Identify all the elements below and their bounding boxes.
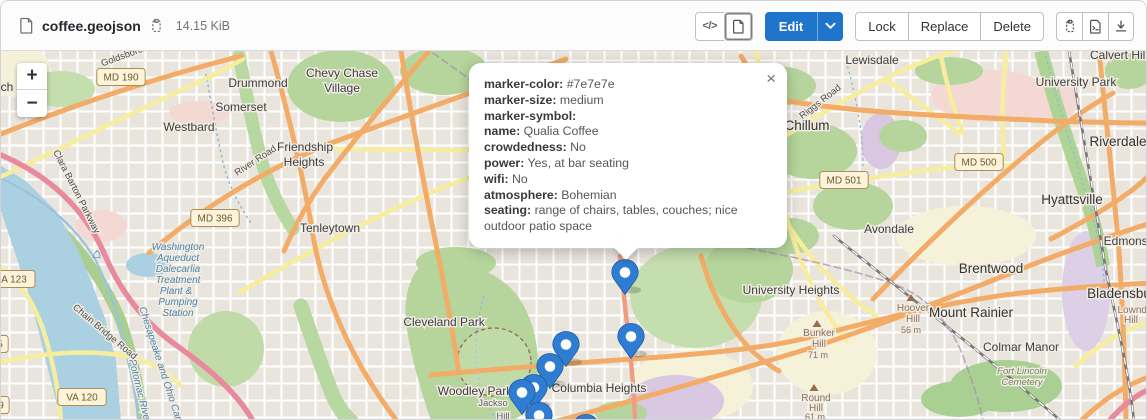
- map-label: ch: [1, 80, 13, 94]
- map-label: Columbia Heights: [552, 381, 647, 395]
- map-label: Hoover: [897, 303, 930, 314]
- map-label: 71 m: [808, 350, 828, 360]
- map-label: Brentwood: [959, 261, 1024, 276]
- map-label: Westbard: [163, 120, 214, 134]
- popup-field: marker-color: #7e7e7e: [484, 77, 772, 93]
- landmark-icon: ⌂: [93, 245, 101, 261]
- map-label: 56 m: [901, 325, 921, 335]
- map-label: Riverdale: [1089, 134, 1146, 149]
- popup-field: power: Yes, at bar seating: [484, 156, 772, 172]
- popup-fields: marker-color: #7e7e7emarker-size: medium…: [484, 77, 772, 235]
- popup-field: wifi: No: [484, 172, 772, 188]
- zoom-out-button[interactable]: −: [17, 90, 47, 117]
- map-label: Heights: [284, 155, 325, 169]
- popup-field: marker-symbol:: [484, 109, 772, 125]
- map-label: Calvert Hills: [1090, 51, 1147, 62]
- route-shield-label: VA 120: [66, 393, 98, 404]
- view-toggle-group: </>: [695, 12, 753, 41]
- map-label: Bunker: [803, 328, 835, 339]
- chevron-down-icon[interactable]: [817, 12, 843, 41]
- edit-split-button: Edit: [765, 12, 844, 41]
- map-label: Pumping: [158, 297, 198, 308]
- action-button-delete[interactable]: Delete: [980, 12, 1044, 41]
- edit-button[interactable]: Edit: [765, 12, 818, 41]
- map-label: Mount Rainier: [929, 305, 1014, 320]
- route-shield-label: MD 396: [197, 214, 232, 225]
- map-label: Plant &: [160, 286, 193, 297]
- marker-pin-hole: [545, 361, 556, 372]
- close-icon[interactable]: ×: [766, 70, 776, 87]
- map-label: Washington: [152, 242, 205, 253]
- map-label: Village: [324, 81, 360, 95]
- map-label: Jackso: [478, 398, 508, 409]
- map-label: Hyattsville: [1041, 192, 1103, 207]
- map-label: Chillum: [784, 118, 829, 133]
- map-label: Chevy Chase: [306, 66, 378, 80]
- map-label: Aqueduct: [156, 253, 200, 264]
- copy-icon[interactable]: [1056, 12, 1082, 41]
- action-button-replace[interactable]: Replace: [908, 12, 981, 41]
- download-icon[interactable]: [1108, 12, 1134, 41]
- map-label: Station: [162, 308, 194, 319]
- snippet-viewer: coffee.geojson 14.15 KiB </> Edit LockRe…: [0, 0, 1147, 420]
- zoom-control: + −: [17, 63, 47, 117]
- map-label: Hill: [1124, 315, 1138, 326]
- zoom-in-button[interactable]: +: [17, 63, 47, 90]
- popup-field: marker-size: medium: [484, 93, 772, 109]
- route-shield-label: MD 500: [961, 158, 996, 169]
- map-label: Drummond: [228, 76, 287, 90]
- copy-clipboard-icon[interactable]: [149, 18, 164, 34]
- route-shield-label: MD 501: [826, 176, 861, 187]
- marker-pin-hole: [626, 331, 637, 342]
- map-label: Fort Lincoln: [997, 366, 1047, 377]
- route-shield-label: A 123: [1, 275, 27, 286]
- map-label: Avondale: [864, 222, 914, 236]
- map-label: University Heights: [743, 283, 840, 297]
- map-label: Edmonston: [1104, 234, 1147, 248]
- map-label: University Park: [1036, 75, 1118, 89]
- map-label: 61 m: [805, 412, 825, 420]
- popup-field: atmosphere: Bohemian: [484, 188, 772, 204]
- map-label: Dalecarlia: [156, 264, 201, 275]
- file-icon: [19, 17, 34, 34]
- marker-pin-hole: [517, 387, 528, 398]
- map-label: Tenleytown: [300, 221, 360, 235]
- map-label: Woodley Park: [438, 384, 513, 398]
- file-header: coffee.geojson 14.15 KiB </> Edit LockRe…: [1, 1, 1146, 51]
- popup-field: name: Qualia Coffee: [484, 124, 772, 140]
- map-label: Cemetery: [1001, 377, 1043, 388]
- code-view-icon[interactable]: </>: [695, 12, 724, 41]
- route-shield-label: MD 190: [103, 73, 138, 84]
- map-label: Hill: [496, 411, 509, 420]
- file-tools-group: [1056, 12, 1134, 41]
- file-size: 14.15 KiB: [176, 19, 230, 33]
- raw-file-icon[interactable]: [1082, 12, 1108, 41]
- action-button-group: LockReplaceDelete: [855, 12, 1044, 41]
- map-label: Treatment: [156, 275, 202, 286]
- poi-icons: ⌂: [93, 245, 101, 261]
- map-label: Cleveland Park: [403, 315, 485, 329]
- map-label: Friendship: [277, 140, 333, 154]
- rendered-view-icon[interactable]: [724, 12, 753, 41]
- marker-pin-hole: [620, 267, 631, 278]
- map-label: Hill: [906, 314, 920, 325]
- file-name: coffee.geojson: [42, 18, 141, 34]
- map-label: Somerset: [215, 100, 267, 114]
- action-button-lock[interactable]: Lock: [855, 12, 907, 41]
- route-shield-label: 9: [1, 401, 4, 412]
- map-label: Colmar Manor: [983, 340, 1059, 354]
- feature-popup: marker-color: #7e7e7emarker-size: medium…: [469, 63, 787, 248]
- map-label: Lewisdale: [845, 53, 899, 67]
- marker-pin-hole: [561, 339, 572, 350]
- map-label: Hill: [812, 339, 826, 350]
- popup-field: crowdedness: No: [484, 140, 772, 156]
- popup-field: seating: range of chairs, tables, couche…: [484, 203, 772, 235]
- map-label: Bladensburg: [1087, 286, 1147, 301]
